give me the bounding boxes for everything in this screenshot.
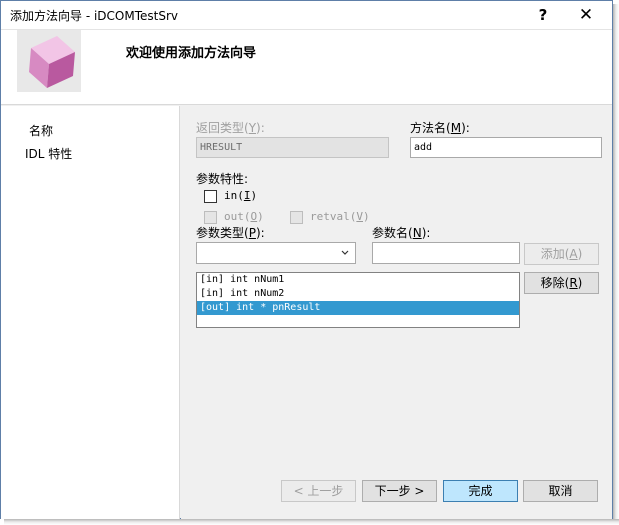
param-type-combobox[interactable]	[196, 242, 356, 264]
close-button[interactable]: ✕	[569, 3, 603, 27]
in-checkbox-label[interactable]: in(I)	[224, 189, 257, 202]
title-bar[interactable]: 添加方法向导 - iDCOMTestSrv ? ✕	[1, 1, 612, 30]
wizard-nav: 名称 IDL 特性	[1, 106, 180, 519]
wizard-header: 欢迎使用添加方法向导	[1, 30, 612, 105]
window-shadow-right	[613, 4, 619, 525]
method-name-input[interactable]: add	[410, 137, 602, 158]
return-type-label: 返回类型(Y):	[196, 121, 265, 135]
out-checkbox-label: out(O)	[224, 210, 264, 223]
add-method-wizard-dialog: 添加方法向导 - iDCOMTestSrv ? ✕ 欢迎使用添加方法向导 名称 …	[0, 0, 613, 519]
add-button[interactable]: 添加(A)	[524, 243, 599, 265]
wizard-content: 返回类型(Y): HRESULT 方法名(M): add 参数特性: in(I)…	[181, 106, 612, 519]
parameter-list-item[interactable]: [in] int nNum2	[197, 287, 519, 301]
parameter-list-item-selected[interactable]: [out] int * pnResult	[197, 301, 519, 315]
nav-item-idl-attributes[interactable]: IDL 特性	[25, 145, 72, 162]
nav-item-name[interactable]: 名称	[29, 122, 53, 139]
return-type-field: HRESULT	[196, 137, 389, 158]
param-name-input[interactable]	[372, 242, 520, 264]
cancel-button[interactable]: 取消	[523, 480, 598, 502]
parameter-list-item[interactable]: [in] int nNum1	[197, 273, 519, 287]
parameter-list[interactable]: [in] int nNum1 [in] int nNum2 [out] int …	[196, 272, 520, 328]
previous-button[interactable]: < 上一步	[281, 480, 356, 502]
method-name-label: 方法名(M):	[410, 121, 470, 135]
retval-checkbox[interactable]	[290, 211, 303, 224]
out-checkbox[interactable]	[204, 211, 217, 224]
wizard-cube-icon	[17, 30, 81, 92]
window-title: 添加方法向导 - iDCOMTestSrv	[10, 9, 178, 23]
chevron-down-icon	[341, 250, 349, 255]
remove-button[interactable]: 移除(R)	[524, 272, 599, 294]
welcome-heading: 欢迎使用添加方法向导	[126, 46, 257, 61]
param-name-label: 参数名(N):	[372, 226, 431, 240]
in-checkbox[interactable]	[204, 190, 217, 203]
retval-checkbox-label: retval(V)	[310, 210, 370, 223]
param-attributes-label: 参数特性:	[196, 172, 249, 186]
next-button[interactable]: 下一步 >	[362, 480, 437, 502]
window-shadow-bottom	[4, 519, 619, 525]
finish-button[interactable]: 完成	[443, 480, 518, 502]
param-type-label: 参数类型(P):	[196, 226, 265, 240]
help-button[interactable]: ?	[526, 3, 560, 27]
